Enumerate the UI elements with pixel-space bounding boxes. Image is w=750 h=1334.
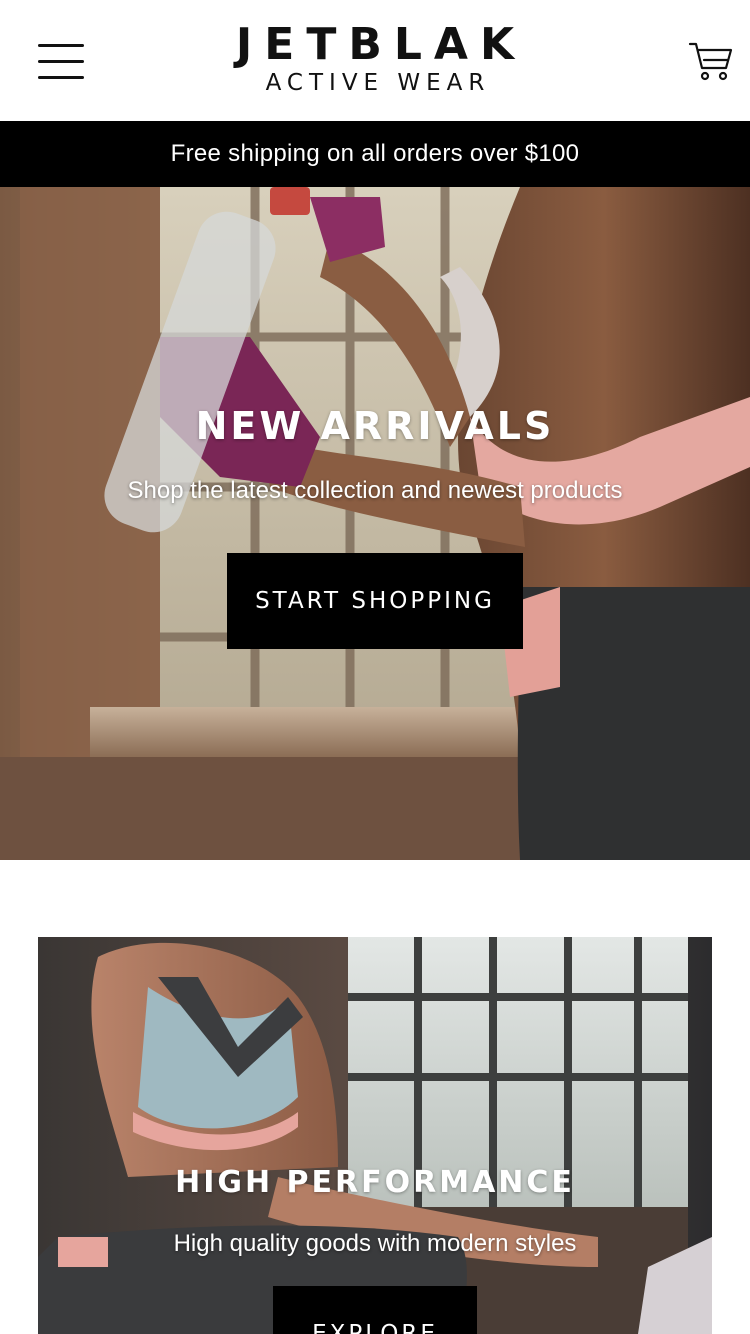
hero-title: NEW ARRIVALS	[195, 404, 555, 448]
hero-text-group: NEW ARRIVALS	[0, 404, 750, 448]
section-spacer	[0, 860, 750, 937]
hero-subtitle-wrap: Shop the latest collection and newest pr…	[0, 477, 750, 505]
hero-subtitle: Shop the latest collection and newest pr…	[127, 477, 623, 504]
explore-button[interactable]: EXPLORE	[273, 1286, 477, 1334]
shopping-cart-icon[interactable]	[688, 40, 734, 82]
announcement-bar: Free shipping on all orders over $100	[0, 121, 750, 187]
feature-subtitle-wrap: High quality goods with modern styles	[38, 1230, 712, 1258]
hero-cta-wrap: START SHOPPING	[0, 553, 750, 649]
brand-name: JETBLAK	[235, 19, 527, 70]
feature-title-wrap: HIGH PERFORMANCE	[38, 1165, 712, 1200]
hero-background-image	[0, 187, 750, 860]
brand-logo[interactable]: JETBLAK ACTIVE WEAR	[0, 19, 750, 97]
brand-tagline: ACTIVE WEAR	[265, 70, 491, 96]
feature-card-high-performance: HIGH PERFORMANCE High quality goods with…	[38, 937, 712, 1334]
feature-background-image	[38, 937, 712, 1334]
hero-banner-new-arrivals: NEW ARRIVALS Shop the latest collection …	[0, 187, 750, 860]
site-header: JETBLAK ACTIVE WEAR	[0, 0, 750, 121]
feature-subtitle: High quality goods with modern styles	[173, 1230, 577, 1257]
feature-title: HIGH PERFORMANCE	[175, 1165, 575, 1200]
announcement-text: Free shipping on all orders over $100	[170, 140, 580, 167]
feature-cta-wrap: EXPLORE	[38, 1286, 712, 1334]
start-shopping-button[interactable]: START SHOPPING	[227, 553, 523, 649]
